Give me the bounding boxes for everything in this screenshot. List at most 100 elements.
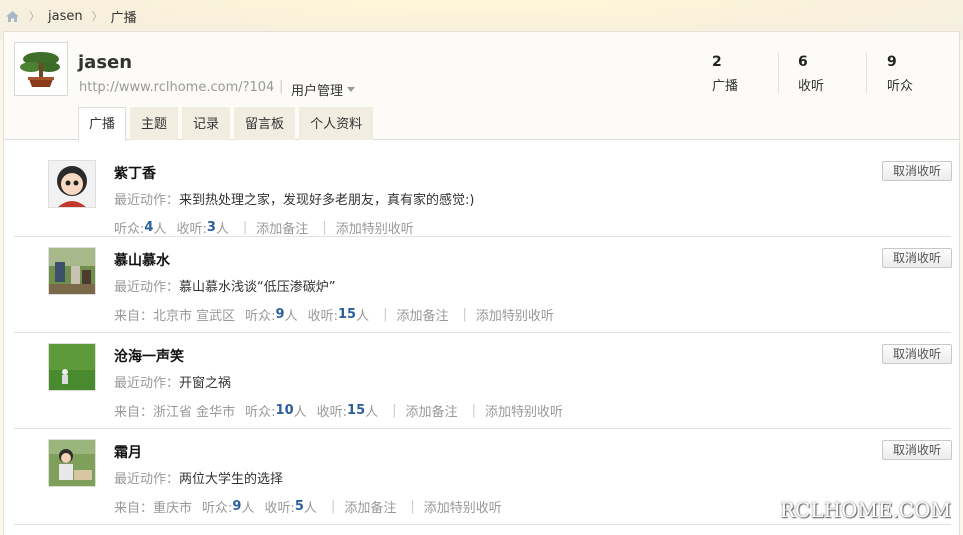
add-special-follow-link[interactable]: 添加特别收听 bbox=[476, 305, 554, 324]
stat-label: 收听 bbox=[798, 79, 825, 94]
follows-count[interactable]: 15 bbox=[347, 403, 365, 418]
recent-action-label: 最近动作： bbox=[114, 193, 180, 208]
tab-records[interactable]: 记录 bbox=[182, 107, 231, 140]
unit: 人 bbox=[215, 222, 229, 237]
breadcrumb-separator: 〉 bbox=[91, 10, 103, 23]
follows-count[interactable]: 15 bbox=[338, 307, 356, 322]
unfollow-button[interactable]: 取消收听 bbox=[882, 440, 952, 460]
unfollow-button[interactable]: 取消收听 bbox=[882, 161, 952, 181]
stat-broadcast[interactable]: 2 广播 bbox=[712, 54, 738, 94]
stat-followers[interactable]: 9 听众 bbox=[887, 54, 913, 94]
user-name[interactable]: 慕山慕水 bbox=[114, 250, 170, 270]
follows-label: 收听: bbox=[307, 309, 338, 324]
stat-number: 2 bbox=[712, 54, 722, 70]
profile-username: jasen bbox=[78, 52, 133, 73]
divider: | bbox=[242, 220, 248, 235]
follows-count[interactable]: 5 bbox=[295, 499, 304, 514]
recent-action-label: 最近动作： bbox=[114, 280, 180, 295]
user-meta: 来自： 重庆市 听众: 9 人 收听: 5 人 | 添加备注 | 添加特别收听 bbox=[114, 497, 502, 516]
divider: | bbox=[462, 307, 467, 322]
fans-count[interactable]: 10 bbox=[276, 403, 294, 418]
avatar[interactable] bbox=[48, 160, 96, 208]
recent-action-label: 最近动作： bbox=[114, 376, 180, 391]
recent-action-label: 最近动作： bbox=[114, 472, 180, 487]
stat-divider bbox=[866, 52, 867, 94]
list-item: 紫丁香 最近动作：来到热处理之家，发现好多老朋友，真有家的感觉:) 听众: 4 人 … bbox=[14, 141, 952, 237]
recent-action-text[interactable]: 开窗之祸 bbox=[179, 376, 231, 391]
stat-number: 9 bbox=[887, 54, 897, 70]
chevron-down-icon bbox=[347, 87, 356, 92]
divider: | bbox=[392, 403, 397, 418]
add-note-link[interactable]: 添加备注 bbox=[256, 218, 308, 237]
recent-action: 最近动作：开窗之祸 bbox=[114, 372, 231, 391]
tab-broadcast[interactable]: 广播 bbox=[78, 107, 127, 141]
breadcrumb: 〉 jasen 〉 广播 bbox=[0, 0, 963, 32]
fans-label: 听众: bbox=[202, 501, 233, 516]
from-label: 来自： bbox=[114, 309, 154, 324]
recent-action-text[interactable]: 慕山慕水浅谈“低压渗碳炉” bbox=[179, 280, 335, 295]
user-meta: 来自： 浙江省 金华市 听众: 10 人 收听: 15 人 | 添加备注 | 添加特别收听 bbox=[114, 401, 563, 420]
stat-divider bbox=[778, 52, 779, 94]
avatar[interactable] bbox=[48, 247, 96, 295]
breadcrumb-current: 广播 bbox=[110, 10, 137, 26]
stat-number: 6 bbox=[798, 54, 808, 70]
breadcrumb-user-link[interactable]: jasen bbox=[48, 9, 83, 24]
follows-label: 收听: bbox=[316, 405, 348, 420]
list-item: 沧海一声笑 最近动作：开窗之祸 来自： 浙江省 金华市 听众: 10 人 收听: 15 人… bbox=[14, 333, 952, 429]
user-management-dropdown[interactable]: 用户管理 bbox=[291, 80, 356, 99]
recent-action-text[interactable]: 两位大学生的选择 bbox=[179, 472, 283, 487]
fans-label: 听众: bbox=[114, 222, 145, 237]
add-note-link[interactable]: 添加备注 bbox=[397, 305, 449, 324]
following-list: 紫丁香 最近动作：来到热处理之家，发现好多老朋友，真有家的感觉:) 听众: 4 人 … bbox=[14, 141, 952, 525]
divider: | bbox=[279, 79, 284, 94]
breadcrumb-separator: 〉 bbox=[29, 10, 40, 23]
unfollow-button[interactable]: 取消收听 bbox=[882, 248, 952, 268]
add-special-follow-link[interactable]: 添加特别收听 bbox=[485, 401, 563, 420]
recent-action: 最近动作：慕山慕水浅谈“低压渗碳炉” bbox=[114, 276, 336, 295]
from-label: 来自： bbox=[114, 405, 154, 420]
from-location: 重庆市 bbox=[153, 501, 193, 516]
user-name[interactable]: 沧海一声笑 bbox=[114, 346, 184, 366]
unit: 人 bbox=[241, 501, 255, 516]
from-location: 北京市 宣武区 bbox=[153, 309, 236, 324]
add-note-link[interactable]: 添加备注 bbox=[406, 401, 458, 420]
from-label: 来自： bbox=[114, 501, 154, 516]
tab-profile[interactable]: 个人资料 bbox=[299, 107, 374, 140]
watermark: RCLHOME.COM bbox=[780, 498, 952, 522]
avatar[interactable] bbox=[48, 439, 96, 487]
add-special-follow-link[interactable]: 添加特别收听 bbox=[424, 497, 502, 516]
user-name[interactable]: 霜月 bbox=[114, 442, 142, 462]
list-item: 慕山慕水 最近动作：慕山慕水浅谈“低压渗碳炉” 来自： 北京市 宣武区 听众: 9 人… bbox=[14, 237, 952, 333]
user-name[interactable]: 紫丁香 bbox=[114, 163, 156, 183]
recent-action-text[interactable]: 来到热处理之家，发现好多老朋友，真有家的感觉:) bbox=[179, 193, 474, 208]
stat-label: 广播 bbox=[712, 79, 739, 94]
fans-count[interactable]: 4 bbox=[144, 220, 153, 235]
add-special-follow-link[interactable]: 添加特别收听 bbox=[336, 218, 414, 237]
user-management-label: 用户管理 bbox=[291, 84, 344, 99]
follows-count[interactable]: 3 bbox=[207, 220, 216, 235]
divider: | bbox=[322, 220, 327, 235]
home-icon[interactable] bbox=[5, 10, 20, 23]
add-note-link[interactable]: 添加备注 bbox=[344, 497, 396, 516]
unit: 人 bbox=[303, 501, 317, 516]
avatar[interactable] bbox=[48, 343, 96, 391]
divider: | bbox=[410, 499, 415, 514]
follows-label: 收听: bbox=[264, 501, 295, 516]
unit: 人 bbox=[284, 309, 298, 324]
unit: 人 bbox=[356, 309, 370, 324]
recent-action: 最近动作：两位大学生的选择 bbox=[114, 468, 283, 487]
fans-count[interactable]: 9 bbox=[276, 307, 285, 322]
recent-action: 最近动作：来到热处理之家，发现好多老朋友，真有家的感觉:) bbox=[114, 189, 474, 208]
unfollow-button[interactable]: 取消收听 bbox=[882, 344, 952, 364]
tab-guestbook[interactable]: 留言板 bbox=[234, 107, 296, 140]
stat-following[interactable]: 6 收听 bbox=[798, 54, 824, 94]
unit: 人 bbox=[153, 222, 167, 237]
profile-url[interactable]: http://www.rclhome.com/?104 bbox=[79, 80, 274, 95]
fans-label: 听众: bbox=[245, 405, 276, 420]
tab-topics[interactable]: 主题 bbox=[130, 107, 179, 140]
profile-header: jasen http://www.rclhome.com/?104 | 用户管理… bbox=[4, 32, 959, 141]
profile-avatar[interactable] bbox=[14, 42, 68, 96]
fans-count[interactable]: 9 bbox=[232, 499, 241, 514]
fans-label: 听众: bbox=[245, 309, 276, 324]
follows-label: 收听: bbox=[176, 222, 207, 237]
